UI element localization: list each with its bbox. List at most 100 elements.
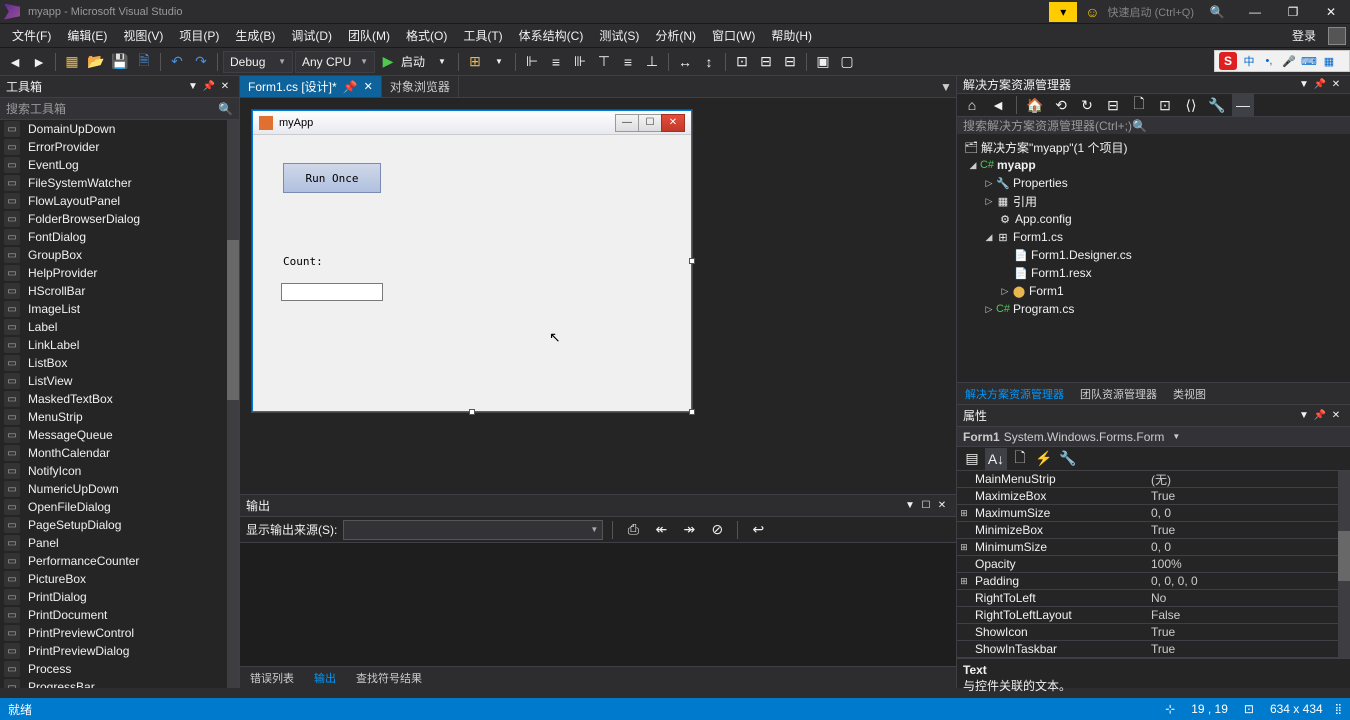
property-value[interactable]: (无)	[1147, 471, 1350, 488]
sln-showall-button[interactable]: 🗋	[1128, 94, 1150, 116]
property-value[interactable]: True	[1147, 642, 1350, 656]
property-row[interactable]: ⊞MinimumSize0, 0	[957, 539, 1350, 556]
solution-pin-icon[interactable]: 📌	[1312, 77, 1328, 93]
sln-sync-button[interactable]: ⟲	[1050, 94, 1072, 116]
notification-flag-icon[interactable]: ▾	[1049, 2, 1077, 22]
sln-home-button[interactable]: ⌂	[961, 94, 983, 116]
tree-appconfig[interactable]: ⚙App.config	[957, 210, 1350, 228]
size-btn[interactable]: ⊡	[731, 51, 753, 73]
property-row[interactable]: RightToLeftNo	[957, 590, 1350, 607]
tree-references[interactable]: ▷▦引用	[957, 192, 1350, 210]
sln-back-button[interactable]: ◄	[987, 94, 1009, 116]
layout-btn-1[interactable]: ⊞	[464, 51, 486, 73]
ime-mode-button[interactable]: 中	[1241, 53, 1257, 69]
toolbox-item[interactable]: ▭ListView	[0, 372, 239, 390]
restore-button[interactable]: ❐	[1278, 2, 1308, 22]
tree-program[interactable]: ▷C#Program.cs	[957, 300, 1350, 318]
save-all-button[interactable]: 🗎	[133, 51, 155, 73]
sln-home2-button[interactable]: 🏠	[1024, 94, 1046, 116]
property-row[interactable]: Opacity100%	[957, 556, 1350, 573]
tab-form1-design[interactable]: Form1.cs [设计]* 📌 ✕	[240, 76, 382, 97]
tree-designer[interactable]: 📄Form1.Designer.cs	[957, 246, 1350, 264]
toolbox-item[interactable]: ▭FileSystemWatcher	[0, 174, 239, 192]
close-button[interactable]: ✕	[1316, 2, 1346, 22]
align-bottom-button[interactable]: ⊥	[641, 51, 663, 73]
btab-findsymbol[interactable]: 查找符号结果	[346, 667, 432, 688]
tree-resx[interactable]: 📄Form1.resx	[957, 264, 1350, 282]
menu-build[interactable]: 生成(B)	[227, 25, 283, 46]
resize-handle-s[interactable]	[469, 409, 475, 415]
btab-output[interactable]: 输出	[304, 667, 346, 688]
ime-toolbar[interactable]: S 中 •, 🎤 ⌨ ▦	[1214, 50, 1350, 72]
menu-project[interactable]: 项目(P)	[171, 25, 227, 46]
minimize-button[interactable]: —	[1240, 2, 1270, 22]
run-dropdown[interactable]: ▼	[431, 51, 453, 73]
toolbox-item[interactable]: ▭NotifyIcon	[0, 462, 239, 480]
nav-back-button[interactable]: ◄	[4, 51, 26, 73]
property-row[interactable]: MinimizeBoxTrue	[957, 522, 1350, 539]
menu-edit[interactable]: 编辑(E)	[59, 25, 115, 46]
ime-grid-icon[interactable]: ▦	[1321, 53, 1337, 69]
property-row[interactable]: MaximizeBoxTrue	[957, 488, 1350, 505]
props-props-button[interactable]: 🗋	[1009, 448, 1031, 470]
toolbox-item[interactable]: ▭HelpProvider	[0, 264, 239, 282]
expand-icon[interactable]: ⊞	[957, 508, 971, 519]
props-dropdown-icon[interactable]: ▼	[1296, 408, 1312, 424]
property-row[interactable]: ⊞MaximumSize0, 0	[957, 505, 1350, 522]
layout-btn-2[interactable]: ▼	[488, 51, 510, 73]
toolbox-close-icon[interactable]: ✕	[217, 79, 233, 95]
send-back-button[interactable]: ▢	[836, 51, 858, 73]
menu-help[interactable]: 帮助(H)	[763, 25, 820, 46]
sln-collapse-button[interactable]: ⊟	[1102, 94, 1124, 116]
toolbox-dropdown-icon[interactable]: ▼	[185, 79, 201, 95]
align-middle-button[interactable]: ≡	[617, 51, 639, 73]
property-value[interactable]: 0, 0	[1147, 540, 1350, 554]
quick-launch-text[interactable]: 快速启动 (Ctrl+Q)	[1108, 4, 1194, 20]
solution-close-icon[interactable]: ✕	[1328, 77, 1344, 93]
output-source-combo[interactable]: ▼	[343, 520, 603, 540]
align-center-button[interactable]: ≡	[545, 51, 567, 73]
toolbox-item[interactable]: ▭NumericUpDown	[0, 480, 239, 498]
toolbox-scrollbar[interactable]	[227, 120, 239, 688]
sln-preview-button[interactable]: ⟨⟩	[1180, 94, 1202, 116]
sln-refresh-button[interactable]: ↻	[1076, 94, 1098, 116]
property-value[interactable]: 0, 0, 0, 0	[1147, 574, 1350, 588]
toolbox-item[interactable]: ▭Label	[0, 318, 239, 336]
redo-button[interactable]: ↷	[190, 51, 212, 73]
toolbox-item[interactable]: ▭FolderBrowserDialog	[0, 210, 239, 228]
winform-client-area[interactable]: Run Once Count: ↖	[253, 135, 691, 411]
toolbox-item[interactable]: ▭DomainUpDown	[0, 120, 239, 138]
toolbox-item[interactable]: ▭Panel	[0, 534, 239, 552]
menu-window[interactable]: 窗口(W)	[704, 25, 763, 46]
open-button[interactable]: 📂	[85, 51, 107, 73]
output-close-icon[interactable]: ✕	[934, 498, 950, 514]
property-row[interactable]: ⊞Padding0, 0, 0, 0	[957, 573, 1350, 590]
center-v-button[interactable]: ⊟	[779, 51, 801, 73]
property-row[interactable]: ShowInTaskbarTrue	[957, 641, 1350, 658]
search-icon[interactable]: 🔍	[1202, 2, 1232, 22]
output-clear-button[interactable]: ⊘	[706, 519, 728, 541]
toolbox-item[interactable]: ▭ImageList	[0, 300, 239, 318]
tree-solution-root[interactable]: 🗂解决方案"myapp"(1 个项目)	[957, 138, 1350, 156]
tab-close-icon[interactable]: ✕	[364, 80, 373, 93]
toolbox-item[interactable]: ▭PrintDialog	[0, 588, 239, 606]
run-label[interactable]: 启动	[401, 53, 425, 70]
expand-icon[interactable]: ⊞	[957, 576, 971, 587]
feedback-smiley-icon[interactable]: ☺	[1085, 4, 1099, 20]
toolbox-item[interactable]: ▭ProgressBar	[0, 678, 239, 688]
ime-mic-icon[interactable]: 🎤	[1281, 53, 1297, 69]
tree-properties[interactable]: ▷🔧Properties	[957, 174, 1350, 192]
sln-tab-team[interactable]: 团队资源管理器	[1072, 383, 1165, 404]
resize-handle-se[interactable]	[689, 409, 695, 415]
output-wrap-button[interactable]: ↩	[747, 519, 769, 541]
toolbox-item[interactable]: ▭GroupBox	[0, 246, 239, 264]
menu-team[interactable]: 团队(M)	[340, 25, 398, 46]
config-combo[interactable]: Debug▼	[223, 51, 293, 73]
tree-form1-class[interactable]: ▷⬤Form1	[957, 282, 1350, 300]
count-textbox[interactable]	[281, 283, 383, 301]
tree-project[interactable]: ◢C#myapp	[957, 156, 1350, 174]
designer-surface[interactable]: myApp — ☐ ✕ Run Once Count: ↖	[240, 98, 956, 494]
resize-grip-icon[interactable]: ⣿	[1335, 704, 1342, 715]
login-link[interactable]: 登录	[1284, 25, 1324, 46]
toolbox-item[interactable]: ▭EventLog	[0, 156, 239, 174]
